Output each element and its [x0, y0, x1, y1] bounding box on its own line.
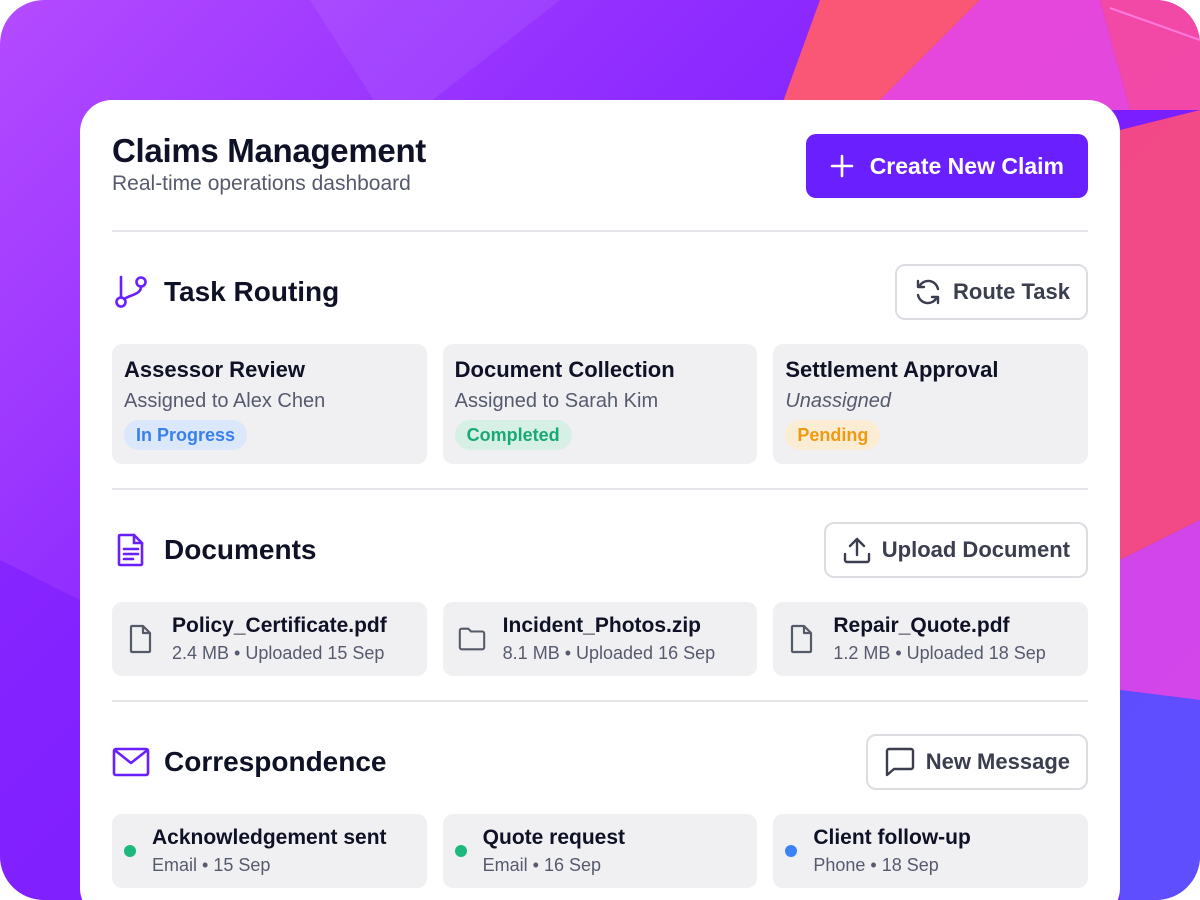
task-name: Assessor Review	[124, 357, 305, 382]
refresh-icon	[916, 279, 940, 305]
task-card-document-collection[interactable]: Document Collection Assigned to Sarah Ki…	[442, 344, 758, 464]
task-assignee: Assigned to Sarah Kim	[454, 390, 659, 412]
plus-icon	[830, 154, 853, 178]
document-meta: 1.2 MB • Uploaded 18 Sep	[833, 643, 1046, 663]
header-text: Claims Management Real-time operations d…	[112, 132, 426, 196]
upload-document-label: Upload Document	[881, 537, 1070, 562]
status-dot	[785, 845, 798, 857]
status-badge: In Progress	[124, 420, 248, 450]
status-dot	[454, 845, 467, 857]
document-list: Policy_Certificate.pdf 2.4 MB • Uploaded…	[112, 602, 1089, 676]
new-message-label: New Message	[925, 749, 1070, 774]
task-routing-title: Task Routing	[112, 273, 339, 311]
upload-document-button[interactable]: Upload Document	[823, 522, 1088, 578]
task-assignee: Unassigned	[785, 390, 891, 412]
divider	[112, 488, 1088, 490]
message-item[interactable]: Quote request Email • 16 Sep	[442, 814, 758, 888]
task-name: Document Collection	[454, 357, 675, 382]
route-task-button[interactable]: Route Task	[895, 264, 1088, 320]
message-title: Acknowledgement sent	[152, 826, 387, 849]
document-item[interactable]: Policy_Certificate.pdf 2.4 MB • Uploaded…	[112, 602, 427, 676]
create-new-claim-button[interactable]: Create New Claim	[805, 134, 1088, 198]
message-meta: Email • 16 Sep	[482, 855, 602, 875]
document-name: Incident_Photos.zip	[502, 614, 702, 637]
correspondence-label: Correspondence	[164, 746, 387, 777]
task-card-assessor-review[interactable]: Assessor Review Assigned to Alex Chen In…	[112, 344, 427, 464]
task-routing-header: Task Routing Route Task	[112, 264, 1088, 320]
message-meta: Phone • 18 Sep	[813, 855, 939, 875]
task-list: Assessor Review Assigned to Alex Chen In…	[112, 344, 1089, 464]
header: Claims Management Real-time operations d…	[112, 132, 1088, 230]
document-name: Policy_Certificate.pdf	[172, 614, 387, 637]
file-icon	[126, 624, 156, 654]
message-meta: Email • 15 Sep	[152, 855, 271, 875]
document-name: Repair_Quote.pdf	[833, 614, 1010, 637]
status-dot	[124, 845, 136, 857]
claims-card: Claims Management Real-time operations d…	[80, 100, 1120, 900]
status-badge: Pending	[785, 420, 881, 450]
document-meta: 8.1 MB • Uploaded 16 Sep	[502, 643, 716, 663]
page-subtitle: Real-time operations dashboard	[112, 172, 411, 195]
create-new-claim-label: Create New Claim	[869, 152, 1064, 179]
new-message-button[interactable]: New Message	[865, 734, 1088, 790]
correspondence-title: Correspondence	[112, 743, 387, 781]
task-routing-label: Task Routing	[164, 276, 340, 307]
message-square-icon	[885, 747, 914, 777]
task-assignee: Assigned to Alex Chen	[124, 390, 326, 412]
route-task-label: Route Task	[953, 279, 1070, 304]
message-title: Quote request	[482, 826, 626, 849]
folder-icon	[457, 624, 487, 654]
documents-title: Documents	[112, 531, 316, 569]
message-title: Client follow-up	[813, 826, 971, 849]
task-card-settlement-approval[interactable]: Settlement Approval Unassigned Pending	[773, 344, 1089, 464]
divider	[112, 700, 1088, 702]
message-list: Acknowledgement sent Email • 15 Sep Quot…	[112, 814, 1089, 888]
divider	[112, 230, 1088, 232]
message-item[interactable]: Acknowledgement sent Email • 15 Sep	[112, 814, 427, 888]
document-item[interactable]: Repair_Quote.pdf 1.2 MB • Uploaded 18 Se…	[773, 602, 1089, 676]
document-meta: 2.4 MB • Uploaded 15 Sep	[172, 643, 385, 663]
documents-label: Documents	[164, 534, 317, 565]
mail-icon	[112, 743, 150, 781]
file-icon	[787, 624, 817, 654]
document-icon	[112, 531, 150, 569]
page-title: Claims Management	[112, 132, 426, 169]
upload-icon	[843, 537, 870, 564]
correspondence-header: Correspondence New Message	[112, 734, 1088, 790]
document-item[interactable]: Incident_Photos.zip 8.1 MB • Uploaded 16…	[442, 602, 758, 676]
message-item[interactable]: Client follow-up Phone • 18 Sep	[773, 814, 1089, 888]
git-branch-icon	[112, 273, 150, 311]
status-badge: Completed	[454, 420, 572, 450]
documents-header: Documents Upload Document	[112, 522, 1088, 578]
task-name: Settlement Approval	[785, 357, 999, 382]
